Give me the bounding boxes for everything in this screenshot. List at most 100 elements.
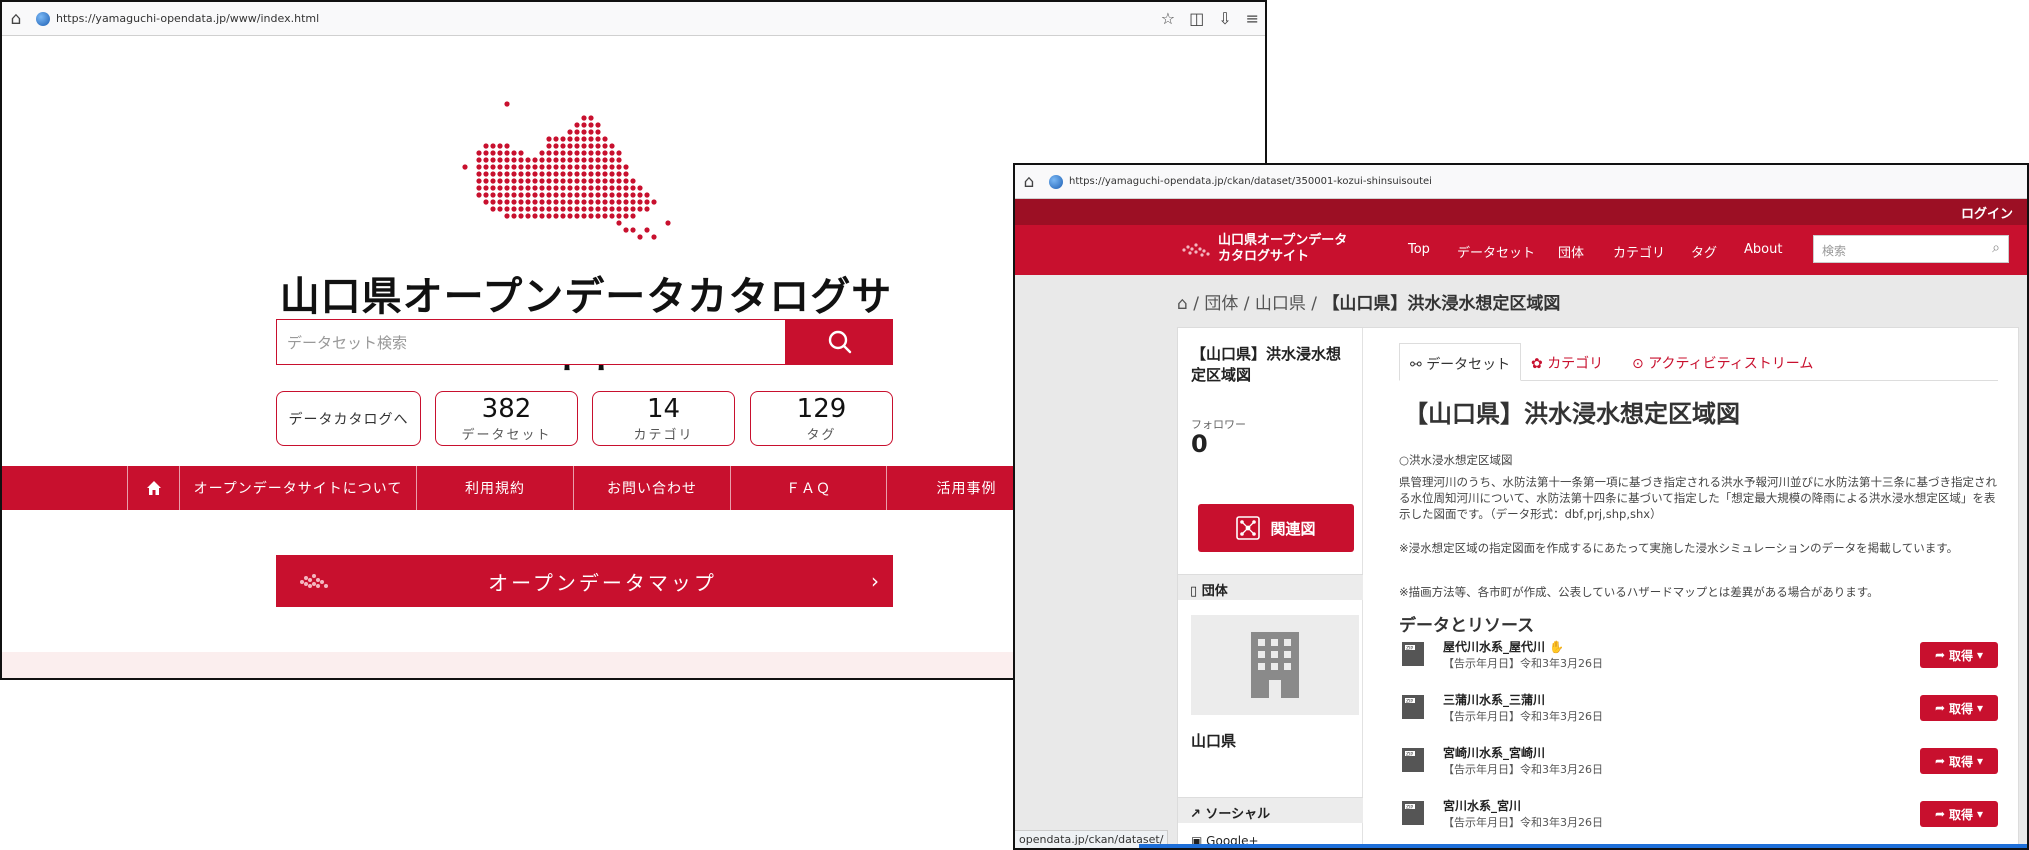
map-dot: [567, 129, 573, 135]
tab-dataset[interactable]: ⚯ データセット: [1399, 343, 1522, 381]
home-icon[interactable]: ⌂: [1015, 172, 1043, 192]
map-dot: [630, 227, 636, 233]
map-dot: [623, 227, 629, 233]
map-dot: [504, 143, 510, 149]
map-dot: [504, 171, 510, 177]
nav-categories[interactable]: カテゴリ: [1613, 242, 1665, 261]
map-dot: [518, 192, 524, 198]
resource-item[interactable]: ZIP 宮川水系_宮川 【告示年月日】令和3年3月26日 ➦ 取得 ▾: [1399, 797, 1998, 843]
map-dot: [567, 199, 573, 205]
nav-datasets[interactable]: データセット: [1457, 242, 1535, 261]
dataset-main: ⚯ データセット ✿ カテゴリ ⊙ アクティビティストリーム 【山口県】洪水浸水…: [1364, 328, 2018, 848]
map-dot: [630, 192, 636, 198]
dataset-search-input[interactable]: データセット検索: [276, 319, 786, 365]
nav-top[interactable]: Top: [1408, 242, 1430, 257]
resource-name[interactable]: 屋代川水系_屋代川 ✋: [1443, 638, 1564, 655]
url-text[interactable]: https://yamaguchi-opendata.jp/www/index.…: [56, 12, 1161, 25]
nav-home[interactable]: [127, 466, 179, 510]
map-dot: [623, 206, 629, 212]
address-bar[interactable]: ⌂ https://yamaguchi-opendata.jp/www/inde…: [2, 2, 1265, 36]
resource-item[interactable]: ZIP 三蒲川水系_三蒲川 【告示年月日】令和3年3月26日 ➦ 取得 ▾: [1399, 691, 1998, 737]
map-dot: [623, 192, 629, 198]
reader-view-icon[interactable]: ◫: [1189, 9, 1204, 28]
download-icon[interactable]: ⇩: [1218, 9, 1231, 28]
map-dot: [616, 192, 622, 198]
map-dot: [490, 185, 496, 191]
breadcrumb-org[interactable]: 山口県: [1255, 294, 1306, 314]
address-bar[interactable]: ⌂ https://yamaguchi-opendata.jp/ckan/dat…: [1015, 165, 2027, 199]
organization-name[interactable]: 山口県: [1191, 730, 1236, 751]
brand-logo[interactable]: 山口県オープンデータ カタログサイト: [1180, 233, 1347, 265]
get-button[interactable]: ➦ 取得 ▾: [1920, 801, 1998, 827]
map-dot: [497, 192, 503, 198]
stat-tags[interactable]: 129 タグ: [750, 391, 893, 446]
search-button[interactable]: [786, 319, 893, 365]
tab-activity-stream[interactable]: ⊙ アクティビティストリーム: [1622, 343, 1823, 381]
bookmark-star-icon[interactable]: ☆: [1161, 9, 1175, 28]
map-dot: [497, 143, 503, 149]
map-dot: [567, 192, 573, 198]
site-search-input[interactable]: 検索 ⌕: [1813, 235, 2009, 263]
stat-categories[interactable]: 14 カテゴリ: [592, 391, 735, 446]
get-button[interactable]: ➦ 取得 ▾: [1920, 695, 1998, 721]
map-dot: [602, 164, 608, 170]
map-dot: [595, 164, 601, 170]
home-icon[interactable]: ⌂: [1177, 294, 1188, 314]
map-dot: [525, 171, 531, 177]
map-dot: [623, 171, 629, 177]
resource-name[interactable]: 宮川水系_宮川: [1443, 797, 1521, 814]
share-icon: ➦: [1934, 807, 1945, 821]
nav-tags[interactable]: タグ: [1691, 242, 1717, 261]
map-dot: [497, 157, 503, 163]
map-dot: [532, 213, 538, 219]
login-link[interactable]: ログイン: [1015, 199, 2027, 225]
map-dot: [539, 164, 545, 170]
map-dot: [581, 122, 587, 128]
map-dot: [525, 178, 531, 184]
get-button[interactable]: ➦ 取得 ▾: [1920, 748, 1998, 774]
tab-categories[interactable]: ✿ カテゴリ: [1521, 343, 1613, 381]
resource-item[interactable]: ZIP 宮崎川水系_宮崎川 【告示年月日】令和3年3月26日 ➦ 取得 ▾: [1399, 744, 1998, 790]
data-catalog-button[interactable]: データカタログへ: [276, 391, 421, 446]
map-dot: [497, 178, 503, 184]
desc-line-4: ※描画方法等、各市町が作成、公表しているハザードマップとは差異がある場合がありま…: [1399, 585, 1879, 599]
map-dot: [511, 192, 517, 198]
map-dot: [595, 129, 601, 135]
nav-faq[interactable]: ＦＡＱ: [730, 466, 886, 510]
resource-item[interactable]: ZIP 屋代川水系_屋代川 ✋ 【告示年月日】令和3年3月26日 ➦ 取得 ▾: [1399, 638, 1998, 684]
nav-contact[interactable]: お問い合わせ: [573, 466, 730, 510]
related-figures-button[interactable]: 関連図: [1198, 504, 1354, 552]
breadcrumb-current[interactable]: 【山口県】洪水浸水想定区域図: [1322, 294, 1560, 314]
map-dot: [518, 206, 524, 212]
map-dot: [560, 171, 566, 177]
home-icon[interactable]: ⌂: [2, 9, 30, 29]
resource-name[interactable]: 三蒲川水系_三蒲川: [1443, 691, 1545, 708]
nav-terms[interactable]: 利用規約: [416, 466, 573, 510]
resource-date: 【告示年月日】令和3年3月26日: [1443, 763, 1603, 776]
map-dot: [609, 206, 615, 212]
nav-about[interactable]: About: [1744, 242, 1782, 257]
map-dot: [483, 178, 489, 184]
nav-organizations[interactable]: 団体: [1558, 242, 1584, 261]
menu-icon[interactable]: ≡: [1246, 9, 1259, 28]
map-dot: [504, 206, 510, 212]
svg-text:ZIP: ZIP: [1406, 751, 1413, 757]
open-data-map-button[interactable]: オープンデータマップ ›: [276, 555, 893, 607]
map-dot: [574, 171, 580, 177]
organization-image[interactable]: [1191, 615, 1359, 715]
stat-datasets[interactable]: 382 データセット: [435, 391, 578, 446]
map-dot: [539, 199, 545, 205]
url-text[interactable]: https://yamaguchi-opendata.jp/ckan/datas…: [1069, 176, 2027, 187]
map-dot: [588, 164, 594, 170]
search-icon[interactable]: ⌕: [1992, 240, 2000, 256]
loading-bar: [1139, 844, 2027, 848]
get-button[interactable]: ➦ 取得 ▾: [1920, 642, 1998, 668]
breadcrumb-organizations[interactable]: 団体: [1204, 294, 1238, 314]
resource-name[interactable]: 宮崎川水系_宮崎川: [1443, 744, 1545, 761]
map-dot: [567, 185, 573, 191]
map-dot: [574, 206, 580, 212]
map-dot: [483, 150, 489, 156]
brand-line-2: カタログサイト: [1218, 249, 1310, 264]
map-dot: [518, 157, 524, 163]
nav-about-site[interactable]: オープンデータサイトについて: [179, 466, 416, 510]
